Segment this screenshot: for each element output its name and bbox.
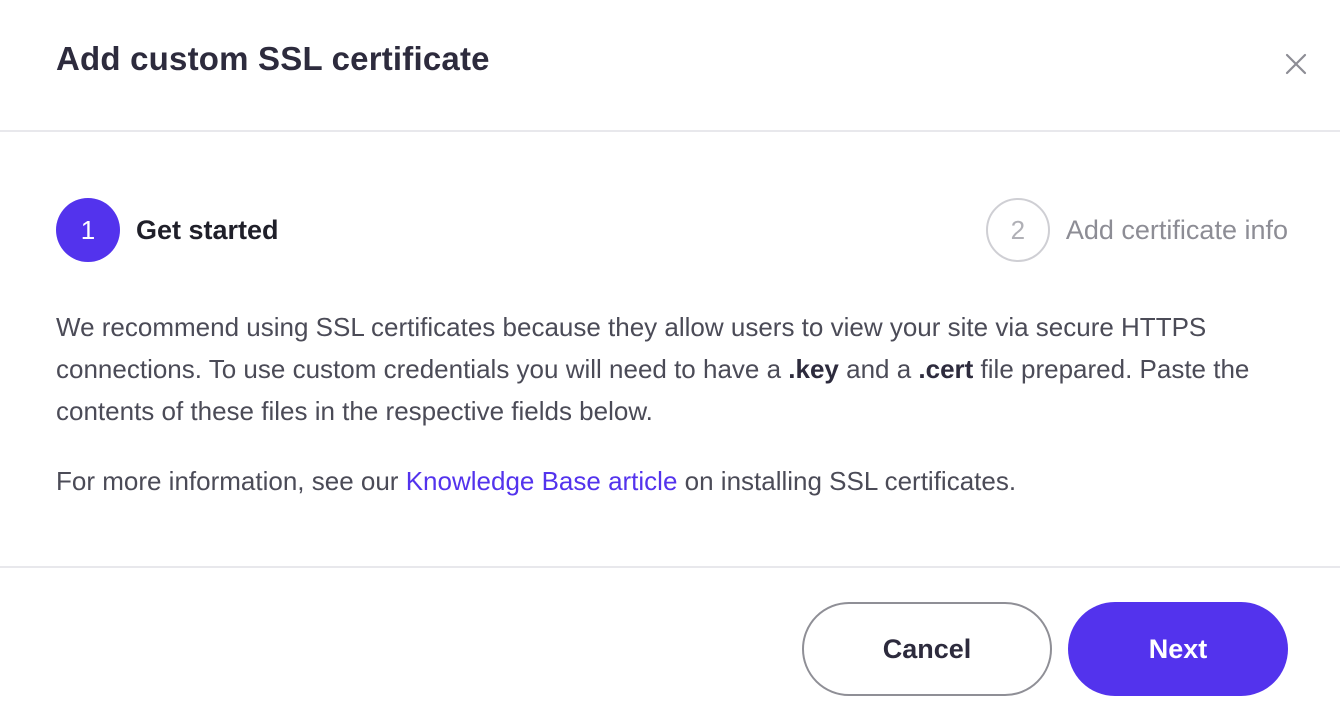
ssl-certificate-dialog: Add custom SSL certificate 1 Get started… (0, 0, 1340, 724)
stepper: 1 Get started 2 Add certificate info (56, 198, 1288, 262)
dialog-footer: Cancel Next (0, 566, 1340, 724)
cancel-button[interactable]: Cancel (802, 602, 1052, 696)
close-icon[interactable] (1280, 48, 1312, 80)
next-button[interactable]: Next (1068, 602, 1288, 696)
step-get-started: 1 Get started (56, 198, 279, 262)
step-number-badge: 2 (985, 198, 1050, 262)
step-label: Get started (136, 214, 279, 245)
knowledge-base-link[interactable]: Knowledge Base article (406, 466, 678, 496)
key-extension: .key (788, 354, 839, 384)
more-info-suffix: on installing SSL certificates. (677, 466, 1017, 496)
more-info: For more information, see our Knowledge … (56, 460, 1296, 502)
description: We recommend using SSL certificates beca… (56, 306, 1296, 432)
dialog-header: Add custom SSL certificate (0, 0, 1340, 132)
step-add-certificate-info: 2 Add certificate info (985, 198, 1288, 262)
cert-extension: .cert (918, 354, 974, 384)
step-label: Add certificate info (1065, 214, 1288, 245)
step-number-badge: 1 (56, 198, 120, 262)
dialog-title: Add custom SSL certificate (56, 40, 490, 77)
more-info-prefix: For more information, see our (56, 466, 406, 496)
description-text: and a (838, 354, 919, 384)
